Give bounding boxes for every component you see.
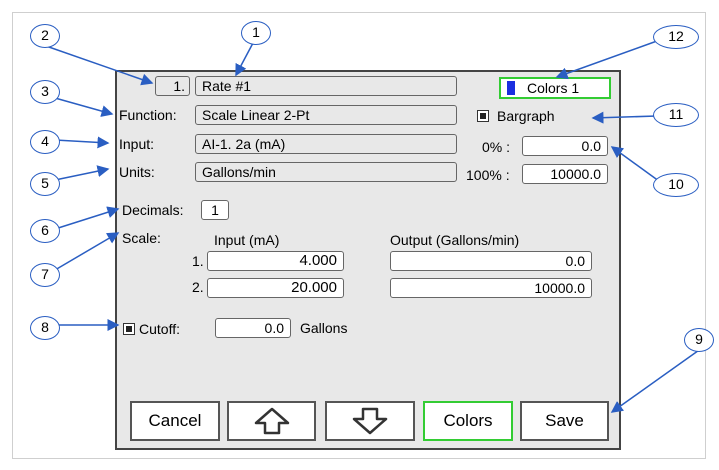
- bargraph-zero-label: 0% :: [482, 139, 511, 155]
- save-button[interactable]: Save: [520, 401, 609, 441]
- cutoff-unit: Gallons: [300, 320, 348, 336]
- units-field[interactable]: Gallons/min: [195, 162, 457, 182]
- cutoff-field[interactable]: 0.0: [215, 318, 291, 338]
- function-label: Function:: [119, 107, 177, 123]
- input-label: Input:: [119, 136, 155, 152]
- down-button[interactable]: [325, 401, 415, 441]
- up-button[interactable]: [227, 401, 316, 441]
- input-field[interactable]: AI-1. 2a (mA): [195, 134, 457, 154]
- bargraph-checkbox[interactable]: [477, 110, 489, 122]
- bargraph-zero-field[interactable]: 0.0: [522, 136, 608, 156]
- colors-button[interactable]: Colors: [423, 401, 513, 441]
- callout-7: 7: [30, 263, 60, 287]
- item-name-field[interactable]: Rate #1: [195, 76, 457, 96]
- config-panel: 1. Rate #1 Colors 1 Function: Scale Line…: [115, 70, 621, 450]
- callout-8: 8: [30, 316, 60, 340]
- scale-row-number: 1.: [192, 253, 204, 269]
- scale-label: Scale:: [122, 230, 161, 246]
- scale-row-number: 2.: [192, 279, 204, 295]
- down-arrow-icon: [352, 407, 388, 435]
- callout-10: 10: [653, 173, 699, 197]
- callout-2: 2: [30, 24, 60, 48]
- callout-11: 11: [653, 103, 699, 127]
- bargraph-full-label: 100% :: [466, 167, 510, 183]
- item-index-field[interactable]: 1.: [155, 76, 190, 96]
- scale-input-field[interactable]: 20.000: [207, 278, 344, 298]
- color-swatch-icon: [507, 81, 515, 95]
- bargraph-label: Bargraph: [497, 108, 555, 124]
- callout-5: 5: [30, 172, 60, 196]
- scale-output-header: Output (Gallons/min): [390, 232, 520, 248]
- callout-9: 9: [684, 328, 714, 352]
- callout-3: 3: [30, 80, 60, 104]
- decimals-label: Decimals:: [122, 202, 184, 218]
- up-arrow-icon: [254, 407, 289, 435]
- function-field[interactable]: Scale Linear 2-Pt: [195, 105, 457, 125]
- scale-output-field[interactable]: 0.0: [390, 251, 592, 271]
- scale-input-header: Input (mA): [214, 232, 280, 248]
- scale-input-field[interactable]: 4.000: [207, 251, 344, 271]
- colors-1-label: Colors 1: [527, 80, 580, 96]
- cancel-button[interactable]: Cancel: [130, 401, 220, 441]
- callout-6: 6: [30, 219, 60, 243]
- units-label: Units:: [119, 164, 155, 180]
- cutoff-label: Cutoff:: [139, 321, 180, 337]
- cutoff-checkbox[interactable]: [123, 323, 135, 335]
- bargraph-full-field[interactable]: 10000.0: [522, 164, 608, 184]
- callout-12: 12: [653, 25, 699, 49]
- callout-1: 1: [241, 21, 271, 45]
- decimals-field[interactable]: 1: [201, 200, 229, 220]
- colors-1-button[interactable]: Colors 1: [499, 77, 611, 99]
- scale-output-field[interactable]: 10000.0: [390, 278, 592, 298]
- callout-4: 4: [30, 130, 60, 154]
